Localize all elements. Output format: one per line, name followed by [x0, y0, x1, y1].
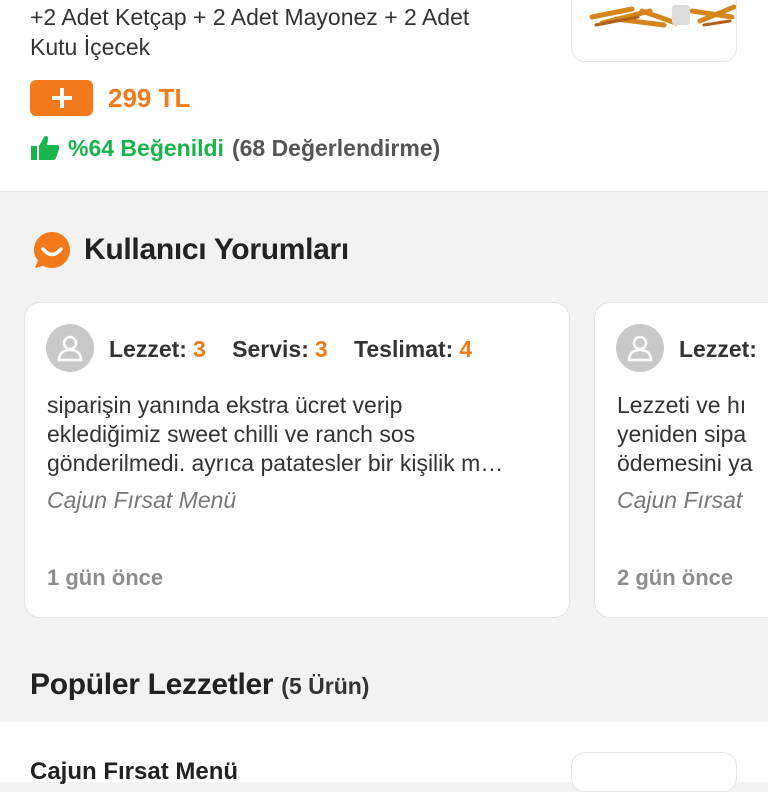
user-icon [57, 335, 83, 362]
review-time: 1 gün önce [47, 565, 164, 590]
product-card[interactable]: +2 Adet Ketçap + 2 Adet Mayonez + 2 Adet… [0, 0, 768, 192]
review-card[interactable]: Lezzet: 3 Servis: 3 Teslimat: 4 siparişin y… [24, 302, 570, 618]
reviews-section-title: Kullanıcı Yorumları [32, 230, 349, 270]
fries-image-icon [572, 0, 736, 61]
plus-icon [51, 88, 72, 108]
rating-row: %64 Beğenildi (68 Değerlendirme) [30, 133, 440, 163]
popular-section-title: Popüler Lezzetler (5 Ürün) [30, 668, 369, 708]
review-menu-name: Cajun Fırsat Menü [47, 487, 237, 513]
description-line: +2 Adet Ketçap + 2 Adet Mayonez + 2 Adet [30, 4, 470, 30]
liked-percentage: %64 Beğenildi [68, 134, 224, 161]
score-value: 3 [314, 336, 328, 362]
popular-item-name: Cajun Fırsat Menü [30, 758, 239, 785]
score-label: Lezzet: [109, 336, 187, 362]
review-text: Lezzeti ve hı yeniden sipa ödemesini ya [617, 391, 768, 478]
score-label: Servis: [232, 336, 309, 362]
review-card[interactable]: Lezzet: Lezzeti ve hı yeniden sipa ödeme… [594, 302, 768, 618]
user-icon [627, 335, 653, 362]
review-menu-name: Cajun Fırsat [617, 487, 743, 513]
product-image[interactable] [571, 0, 737, 62]
review-line: siparişin yanında ekstra ücret verip [47, 392, 403, 418]
review-line: gönderilmedi. ayrıca patatesler bir kişi… [47, 450, 504, 476]
popular-item-card[interactable]: Cajun Fırsat Menü [0, 722, 768, 792]
review-time: 2 gün önce [617, 565, 734, 590]
review-scores: Lezzet: 3 Servis: 3 Teslimat: 4 [109, 333, 492, 365]
score-value: 3 [192, 336, 206, 362]
product-price: 299 TL [108, 83, 191, 113]
add-to-cart-button[interactable] [30, 80, 93, 116]
review-scores: Lezzet: [679, 333, 757, 365]
score-value: 4 [459, 336, 473, 362]
thumbs-up-icon [31, 136, 60, 160]
popular-count: (5 Ürün) [281, 673, 370, 699]
product-description: +2 Adet Ketçap + 2 Adet Mayonez + 2 Adet… [30, 2, 550, 62]
comment-smile-icon [34, 232, 70, 268]
review-line: yeniden sipa [617, 421, 747, 447]
reviews-title: Kullanıcı Yorumları [84, 233, 349, 266]
score-label: Teslimat: [354, 336, 454, 362]
avatar [46, 324, 94, 372]
review-line: eklediğimiz sweet chilli ve ranch sos [47, 421, 416, 447]
review-line: Lezzeti ve hı [617, 392, 747, 418]
ratings-count[interactable]: (68 Değerlendirme) [232, 135, 440, 162]
avatar [616, 324, 664, 372]
popular-title: Popüler Lezzetler [30, 668, 274, 701]
popular-item-image[interactable] [571, 752, 737, 792]
description-line: Kutu İçecek [30, 34, 151, 60]
review-line: ödemesini ya [617, 450, 753, 476]
review-text: siparişin yanında ekstra ücret verip ekl… [47, 391, 547, 478]
score-label: Lezzet: [679, 336, 757, 362]
